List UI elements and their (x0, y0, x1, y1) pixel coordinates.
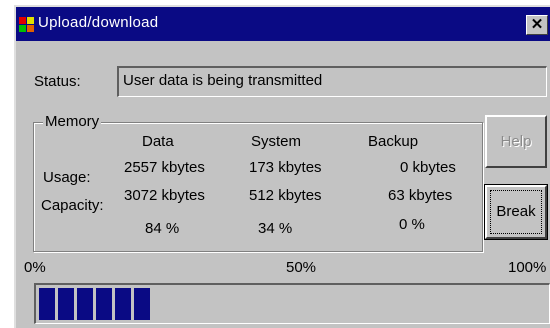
progress-scale-middle: 50% (286, 259, 317, 276)
usage-system-value: 173 kbytes (249, 159, 322, 176)
usage-label: Usage: (43, 169, 91, 186)
column-header-data: Data (142, 133, 174, 150)
title-bar[interactable]: Upload/download ✕ (16, 7, 550, 41)
window-title: Upload/download (38, 14, 159, 31)
progress-block (134, 288, 150, 320)
progress-fill (39, 288, 546, 320)
progress-bar (34, 283, 550, 324)
progress-block (39, 288, 55, 320)
usage-backup-value: 0 kbytes (400, 159, 456, 176)
usage-data-value: 2557 kbytes (124, 159, 205, 176)
capacity-backup-value: 63 kbytes (388, 187, 453, 204)
status-label: Status: (34, 73, 81, 90)
percent-backup: 0 % (399, 216, 425, 233)
capacity-system-value: 512 kbytes (249, 187, 322, 204)
status-field: User data is being transmitted (117, 66, 547, 97)
progress-block (58, 288, 74, 320)
capacity-label: Capacity: (41, 197, 104, 214)
progress-scale-start: 0% (24, 259, 46, 276)
progress-block (77, 288, 93, 320)
help-button[interactable]: Help (485, 115, 547, 168)
column-header-system: System (251, 133, 302, 150)
help-button-label: Help (500, 133, 532, 150)
memory-legend: Memory (43, 113, 102, 131)
percent-data: 84 % (145, 220, 180, 237)
progress-block (96, 288, 112, 320)
column-header-backup: Backup (368, 133, 419, 150)
close-button[interactable]: ✕ (526, 15, 548, 35)
progress-scale-end: 100% (508, 259, 547, 276)
percent-system: 34 % (258, 220, 293, 237)
close-icon: ✕ (530, 16, 544, 33)
break-button[interactable]: Break (484, 184, 548, 240)
focus-rect (490, 190, 542, 234)
capacity-data-value: 3072 kbytes (124, 187, 205, 204)
progress-block (115, 288, 131, 320)
app-icon (19, 17, 34, 32)
upload-download-dialog: Upload/download ✕ Status: User data is b… (14, 5, 550, 328)
